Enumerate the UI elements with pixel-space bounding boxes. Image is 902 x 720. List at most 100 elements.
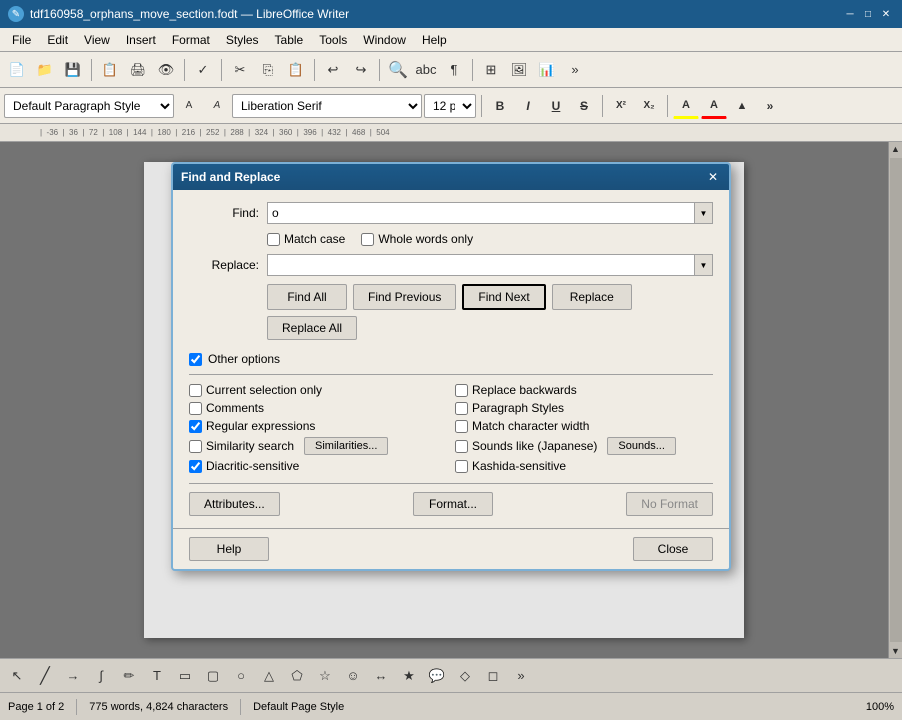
image-btn[interactable]: 🖼 [506, 57, 532, 83]
double-arrow-btn[interactable]: ↔ [368, 663, 394, 689]
print-btn[interactable]: 🖨 [125, 57, 151, 83]
find-input[interactable] [267, 202, 695, 224]
curve-tool-btn[interactable]: ∫ [88, 663, 114, 689]
attributes-btn[interactable]: Attributes... [189, 492, 280, 516]
arrow-tool-btn[interactable]: → [60, 663, 86, 689]
close-dialog-btn[interactable]: Close [633, 537, 713, 561]
line-tool-btn[interactable]: ╱ [32, 663, 58, 689]
triangle-btn[interactable]: △ [256, 663, 282, 689]
open-btn[interactable]: 📁 [32, 57, 58, 83]
match-char-checkbox[interactable] [455, 420, 468, 433]
whole-words-item[interactable]: Whole words only [361, 232, 473, 246]
star2-btn[interactable]: ★ [396, 663, 422, 689]
preview-btn[interactable]: 👁 [153, 57, 179, 83]
menu-tools[interactable]: Tools [311, 31, 355, 49]
match-case-item[interactable]: Match case [267, 232, 345, 246]
star-btn[interactable]: ☆ [312, 663, 338, 689]
menu-styles[interactable]: Styles [218, 31, 267, 49]
other-options-checkbox[interactable] [189, 353, 202, 366]
polygon-btn[interactable]: ⬠ [284, 663, 310, 689]
cut-btn[interactable]: ✂ [227, 57, 253, 83]
close-button[interactable]: ✕ [878, 6, 894, 22]
paste-btn[interactable]: 📋 [283, 57, 309, 83]
menu-help[interactable]: Help [414, 31, 455, 49]
more-draw-btn[interactable]: » [508, 663, 534, 689]
more-fmt-btn[interactable]: » [757, 93, 783, 119]
menu-file[interactable]: File [4, 31, 39, 49]
kashida-item[interactable]: Kashida-sensitive [455, 459, 713, 473]
diacritic-item[interactable]: Diacritic-sensitive [189, 459, 447, 473]
chart-btn[interactable]: 📊 [534, 57, 560, 83]
redo-btn[interactable]: ↪ [348, 57, 374, 83]
font-color-btn[interactable]: A [701, 93, 727, 119]
maximize-button[interactable]: □ [860, 6, 876, 22]
shadow-btn[interactable]: ◻ [480, 663, 506, 689]
table-btn[interactable]: ⊞ [478, 57, 504, 83]
spellcheck-btn[interactable]: ✓ [190, 57, 216, 83]
new-btn[interactable]: 📄 [4, 57, 30, 83]
replace-input[interactable] [267, 254, 695, 276]
find-next-btn[interactable]: Find Next [462, 284, 545, 310]
highlight-color-btn[interactable]: A [673, 93, 699, 119]
current-selection-item[interactable]: Current selection only [189, 383, 447, 397]
bold-btn[interactable]: B [487, 93, 513, 119]
flowchart-btn[interactable]: ◇ [452, 663, 478, 689]
similarities-btn[interactable]: Similarities... [304, 437, 388, 455]
font-size-select[interactable]: 12 pt [424, 94, 476, 118]
save-btn[interactable]: 💾 [60, 57, 86, 83]
comments-checkbox[interactable] [189, 402, 202, 415]
rect-btn[interactable]: ▭ [172, 663, 198, 689]
find-previous-btn[interactable]: Find Previous [353, 284, 456, 310]
similarity-item[interactable]: Similarity search Similarities... [189, 437, 447, 455]
subscript-btn[interactable]: X₂ [636, 93, 662, 119]
no-format-btn[interactable]: No Format [626, 492, 713, 516]
find-all-btn[interactable]: Find All [267, 284, 347, 310]
para-styles-checkbox[interactable] [455, 402, 468, 415]
ellipse-btn[interactable]: ○ [228, 663, 254, 689]
formatting-marks-btn[interactable]: ¶ [441, 57, 467, 83]
current-selection-checkbox[interactable] [189, 384, 202, 397]
style-update-btn[interactable]: A [204, 93, 230, 119]
smiley-btn[interactable]: ☺ [340, 663, 366, 689]
sounds-btn[interactable]: Sounds... [607, 437, 675, 455]
export-pdf-btn[interactable]: 📋 [97, 57, 123, 83]
replace-all-btn[interactable]: Replace All [267, 316, 357, 340]
whole-words-checkbox[interactable] [361, 233, 374, 246]
comments-item[interactable]: Comments [189, 401, 447, 415]
replace-backwards-item[interactable]: Replace backwards [455, 383, 713, 397]
strikethrough-btn[interactable]: S [571, 93, 597, 119]
format-find-btn[interactable]: Format... [413, 492, 493, 516]
sounds-like-checkbox[interactable] [455, 440, 468, 453]
char-highlight-btn[interactable]: ▲ [729, 93, 755, 119]
text-box-btn[interactable]: T [144, 663, 170, 689]
style-icon-btn[interactable]: A [176, 93, 202, 119]
minimize-button[interactable]: ─ [842, 6, 858, 22]
find-btn[interactable]: 🔍 [385, 57, 411, 83]
menu-table[interactable]: Table [267, 31, 312, 49]
style-select[interactable]: Default Paragraph Style [4, 94, 174, 118]
underline-btn[interactable]: U [543, 93, 569, 119]
kashida-checkbox[interactable] [455, 460, 468, 473]
menu-view[interactable]: View [76, 31, 118, 49]
superscript-btn[interactable]: X² [608, 93, 634, 119]
other-options-toggle[interactable]: Other options [189, 352, 713, 366]
match-case-checkbox[interactable] [267, 233, 280, 246]
freeform-btn[interactable]: ✏ [116, 663, 142, 689]
para-styles-item[interactable]: Paragraph Styles [455, 401, 713, 415]
font-family-select[interactable]: Liberation Serif [232, 94, 422, 118]
spellcheck2-btn[interactable]: abc [413, 57, 439, 83]
menu-edit[interactable]: Edit [39, 31, 76, 49]
replace-btn[interactable]: Replace [552, 284, 632, 310]
menu-format[interactable]: Format [164, 31, 218, 49]
replace-backwards-checkbox[interactable] [455, 384, 468, 397]
menu-insert[interactable]: Insert [118, 31, 164, 49]
copy-btn[interactable]: ⎘ [255, 57, 281, 83]
menu-window[interactable]: Window [355, 31, 414, 49]
select-tool-btn[interactable]: ↖ [4, 663, 30, 689]
replace-dropdown-btn[interactable]: ▼ [695, 254, 713, 276]
diacritic-checkbox[interactable] [189, 460, 202, 473]
more-btn[interactable]: » [562, 57, 588, 83]
sounds-like-item[interactable]: Sounds like (Japanese) Sounds... [455, 437, 713, 455]
match-char-width-item[interactable]: Match character width [455, 419, 713, 433]
rounded-rect-btn[interactable]: ▢ [200, 663, 226, 689]
